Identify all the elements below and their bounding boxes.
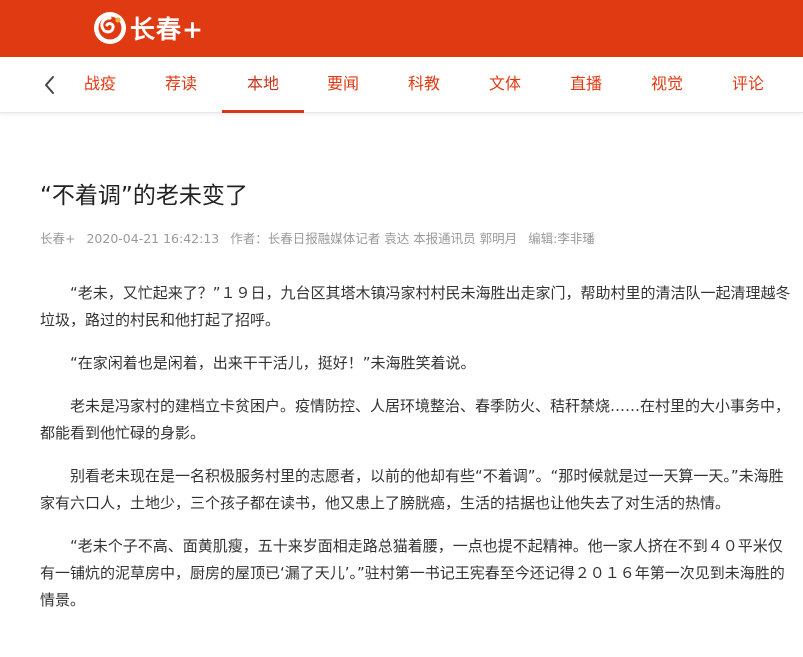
tab-label: 直播 — [569, 74, 602, 93]
article-paragraph: “老未，又忙起来了？”１９日，九台区其塔木镇冯家村村民未海胜出走家门，帮助村里的… — [40, 284, 791, 329]
tab-7[interactable]: 视觉 — [637, 57, 697, 113]
tab-4[interactable]: 科教 — [394, 57, 454, 113]
tab-label: 战疫 — [83, 74, 116, 93]
article-paragraph: “在家闲着也是闲着，出来干干活儿，挺好！”未海胜笑着说。 — [70, 354, 476, 372]
article-paragraph: “老未个子不高、面黄肌瘦，五十来岁面相走路总猫着腰，一点也提不起精神。他一家人挤… — [40, 537, 785, 609]
tab-label: 科教 — [407, 74, 440, 93]
category-nav: 战疫 荐读 本地 要闻 科教 文体 直播 视觉 评论 — [0, 57, 803, 113]
article-paragraph: 老未是冯家村的建档立卡贫困户。疫情防控、人居环境整治、春季防火、秸秆禁烧……在村… — [40, 397, 791, 442]
tab-1[interactable]: 荐读 — [151, 57, 211, 113]
article-title: “不着调”的老未变了 — [40, 183, 248, 209]
article-datetime: 2020-04-21 16:42:13 — [86, 231, 220, 246]
top-header-bar: 长春+ — [0, 0, 803, 57]
tab-6[interactable]: 直播 — [556, 57, 616, 113]
tab-label: 本地 — [246, 74, 279, 93]
active-tab-underline — [222, 110, 304, 113]
article-source[interactable]: 长春+ — [40, 231, 75, 246]
chevron-left-icon[interactable] — [38, 71, 62, 99]
article-editor: 编辑:李非璠 — [528, 231, 595, 246]
brand-name: 长春+ — [130, 15, 204, 44]
article-meta: 长春+ 2020-04-21 16:42:13 作者：长春日报融媒体记者 袁达 … — [40, 228, 602, 247]
tab-label: 文体 — [488, 74, 521, 93]
tab-label: 荐读 — [164, 74, 197, 93]
tab-label: 评论 — [731, 74, 764, 93]
tab-3[interactable]: 要闻 — [313, 57, 373, 113]
changchun-swirl-logo-icon — [94, 12, 126, 44]
article-paragraph: 别看老未现在是一名积极服务村里的志愿者，以前的他却有些“不着调”。“那时候就是过… — [40, 467, 784, 512]
brand-logo[interactable]: 长春+ — [92, 9, 204, 47]
tab-2[interactable]: 本地 — [222, 57, 304, 113]
tab-label: 视觉 — [650, 74, 683, 93]
tab-5[interactable]: 文体 — [475, 57, 535, 113]
tab-0[interactable]: 战疫 — [70, 57, 130, 113]
article-body: “老未，又忙起来了？”１９日，九台区其塔木镇冯家村村民未海胜出走家门，帮助村里的… — [40, 280, 792, 630]
tab-8[interactable]: 评论 — [718, 57, 778, 113]
tab-label: 要闻 — [326, 74, 359, 93]
article-author: 作者：长春日报融媒体记者 袁达 本报通讯员 郭明月 — [230, 231, 518, 246]
